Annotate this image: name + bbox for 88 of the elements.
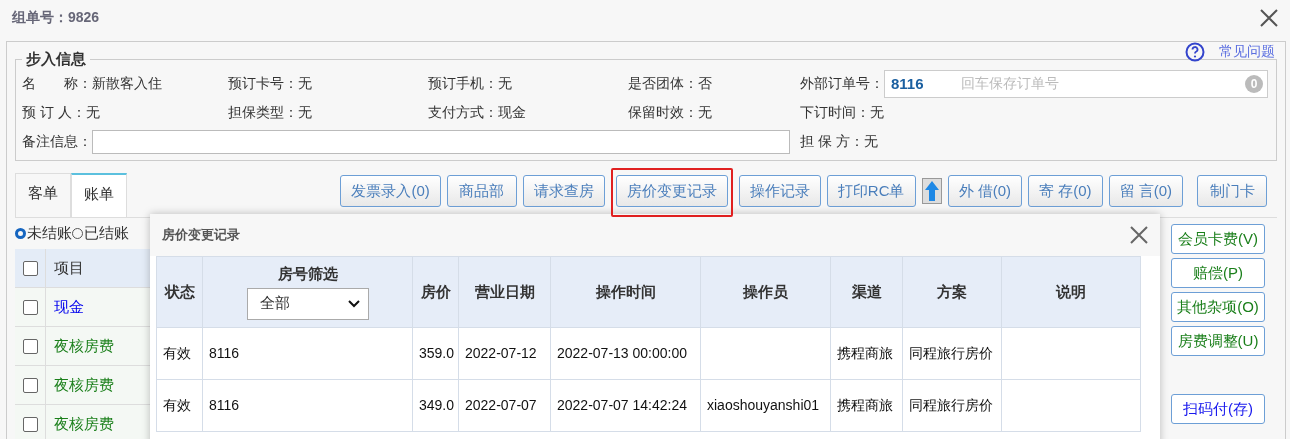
dialog-title: 房价变更记录 [162,226,240,244]
field-label: 预订手机： [428,74,498,93]
action-button[interactable]: 房费调整(U) [1171,326,1265,356]
column-header: 方案 [902,256,1002,328]
field-label: 是否团体： [628,74,698,93]
window-title: 组单号：9826 [12,9,100,27]
table-cell: 8116 [209,345,240,362]
column-header: 渠道 [830,256,903,328]
table-cell: 有效 [163,345,191,362]
column-header: 房价 [412,256,459,328]
field-value: 现金 [498,103,526,122]
column-header: 操作员 [700,256,831,328]
field-value: 无 [870,103,884,122]
field-label: 名 称： [22,74,92,93]
table-cell: 有效 [163,397,191,414]
item-link[interactable]: 夜核房费 [46,327,122,365]
table-cell: 2022-07-07 [465,397,537,414]
column-header: 状态 [156,256,203,328]
field-value: 否 [698,74,712,93]
table-cell: 携程商旅 [837,345,893,362]
toolbar-button[interactable]: 房价变更记录 [615,175,728,207]
table-cell: 2022-07-07 14:42:24 [557,397,687,414]
order-number-field[interactable]: 8116 回车保存订单号 0 [884,69,1268,98]
table-cell: 2022-07-12 [465,345,537,362]
tab[interactable]: 账单 [71,173,127,217]
chevron-down-icon [347,299,360,308]
field-label: 外部订单号： [800,74,884,93]
field-value: 无 [863,132,878,151]
remark-field[interactable] [92,129,790,154]
table-cell: 携程商旅 [837,397,893,414]
column-header: 操作时间 [550,256,701,328]
item-link[interactable]: 夜核房费 [46,405,122,439]
table-cell: 2022-07-13 00:00:00 [557,345,687,362]
toolbar-button[interactable]: 留 言(0) [1108,175,1183,207]
toolbar-button[interactable]: 寄 存(0) [1028,175,1103,207]
field-label: 备注信息： [22,132,92,151]
count-badge: 0 [1245,74,1263,93]
field-label: 支付方式： [428,103,498,122]
status-radio[interactable]: 已结账 [72,224,129,243]
item-link[interactable]: 现金 [46,288,92,326]
field-label: 预订卡号： [228,74,298,93]
checkbox[interactable] [22,416,38,432]
help-link[interactable]: 常见问题 [1185,42,1275,62]
toolbar-button[interactable]: 商品部 [446,175,517,207]
group-title: 步入信息 [25,50,87,69]
action-button[interactable]: 赔偿(P) [1171,258,1265,288]
field-value: 新散客入住 [92,74,162,93]
up-arrow-icon[interactable] [921,178,942,204]
action-button[interactable]: 其他杂项(O) [1171,292,1265,322]
toolbar-button[interactable]: 制门卡 [1197,175,1267,207]
toolbar-button[interactable]: 发票录入(0) [340,175,441,207]
column-header: 说明 [1001,256,1141,328]
close-icon[interactable] [1260,9,1278,27]
field-value: 无 [498,74,512,93]
action-button[interactable]: 扫码付(存) [1171,394,1265,424]
status-radio[interactable]: 未结账 [15,224,72,243]
checkbox[interactable] [22,377,38,393]
table-cell: xiaoshouyanshi01 [707,397,820,414]
column-header: 营业日期 [458,256,551,328]
table-cell: 8116 [209,397,240,414]
checkbox[interactable] [22,260,38,276]
field-value: 无 [298,74,312,93]
table-cell: 349.0 [419,397,455,414]
toolbar-button[interactable]: 打印RC单 [826,175,916,207]
toolbar-button[interactable]: 外 借(0) [947,175,1022,207]
help-icon [1185,42,1205,62]
toolbar-button[interactable]: 操作记录 [738,175,821,207]
field-label: 下订时间： [800,103,870,122]
close-icon[interactable] [1130,226,1148,244]
column-header: 项目 [53,257,85,278]
field-label: 预 订 人： [22,103,86,122]
column-header: 房号筛选 [276,264,339,284]
checkbox[interactable] [22,338,38,354]
tab[interactable]: 客单 [15,173,71,217]
field-value: 无 [85,103,100,122]
table-cell: 359.0 [419,345,455,362]
field-value: 无 [298,103,312,122]
action-button[interactable]: 会员卡费(V) [1171,224,1265,254]
field-label: 保留时效： [628,103,698,122]
field-label: 担保类型： [228,103,298,122]
table-cell: 同程旅行房价 [909,397,993,414]
checkbox[interactable] [22,299,38,315]
table-cell: 同程旅行房价 [909,345,993,362]
field-label: 担 保 方： [800,132,864,151]
item-link[interactable]: 夜核房费 [46,366,122,404]
toolbar-button[interactable]: 请求查房 [522,175,605,207]
room-filter-select[interactable]: 全部 [246,287,369,320]
field-value: 无 [698,103,712,122]
